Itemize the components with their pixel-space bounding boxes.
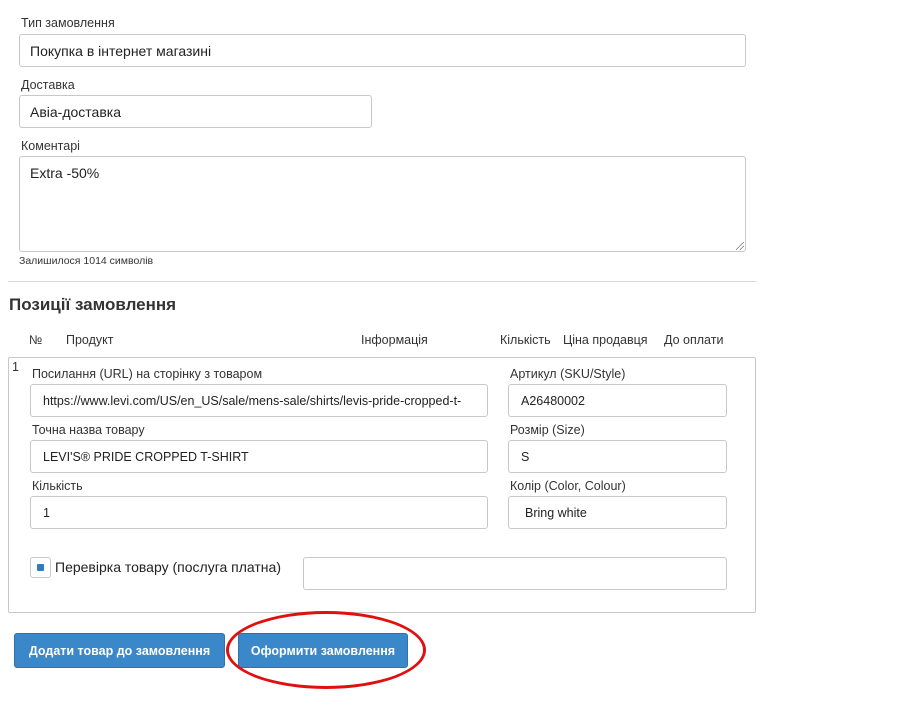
comments-label: Коментарі [21, 139, 80, 153]
delivery-select[interactable]: Авіа-доставка [19, 95, 372, 128]
comments-textarea[interactable]: Extra -50% [19, 156, 746, 252]
column-quantity: Кількість [500, 333, 551, 347]
column-number: № [29, 333, 43, 347]
inspection-notes-input[interactable] [303, 557, 727, 590]
column-to-pay: До оплати [664, 333, 724, 347]
column-info: Інформація [361, 333, 428, 347]
item-name-input[interactable]: LEVI'S® PRIDE CROPPED T-SHIRT [30, 440, 488, 473]
inspection-label: Перевірка товару (послуга платна) [55, 559, 281, 575]
item-color-label: Колір (Color, Colour) [510, 479, 626, 493]
checkbox-checked-icon [37, 564, 44, 571]
item-color-input[interactable]: Bring white [508, 496, 727, 529]
item-size-label: Розмір (Size) [510, 423, 585, 437]
item-url-input[interactable]: https://www.levi.com/US/en_US/sale/mens-… [30, 384, 488, 417]
resize-grip-icon[interactable] [736, 242, 744, 250]
column-product: Продукт [66, 333, 114, 347]
order-type-select[interactable]: Покупка в інтернет магазині [19, 34, 746, 67]
add-item-button[interactable]: Додати товар до замовлення [14, 633, 225, 668]
item-size-input[interactable]: S [508, 440, 727, 473]
highlight-annotation [226, 611, 426, 689]
item-quantity-label: Кількість [32, 479, 83, 493]
item-number: 1 [12, 360, 19, 374]
order-type-label: Тип замовлення [21, 16, 115, 30]
comments-text: Extra -50% [30, 165, 100, 181]
column-seller-price: Ціна продавця [563, 333, 648, 347]
delivery-label: Доставка [21, 78, 75, 92]
item-sku-input[interactable]: A26480002 [508, 384, 727, 417]
divider [8, 281, 756, 282]
item-name-label: Точна назва товару [32, 423, 145, 437]
item-url-label: Посилання (URL) на сторінку з товаром [32, 367, 263, 381]
item-sku-label: Артикул (SKU/Style) [510, 367, 626, 381]
comments-remaining: Залишилося 1014 символів [19, 255, 154, 267]
item-quantity-input[interactable]: 1 [30, 496, 488, 529]
positions-title: Позиції замовлення [9, 295, 177, 314]
inspection-checkbox[interactable] [30, 557, 51, 578]
